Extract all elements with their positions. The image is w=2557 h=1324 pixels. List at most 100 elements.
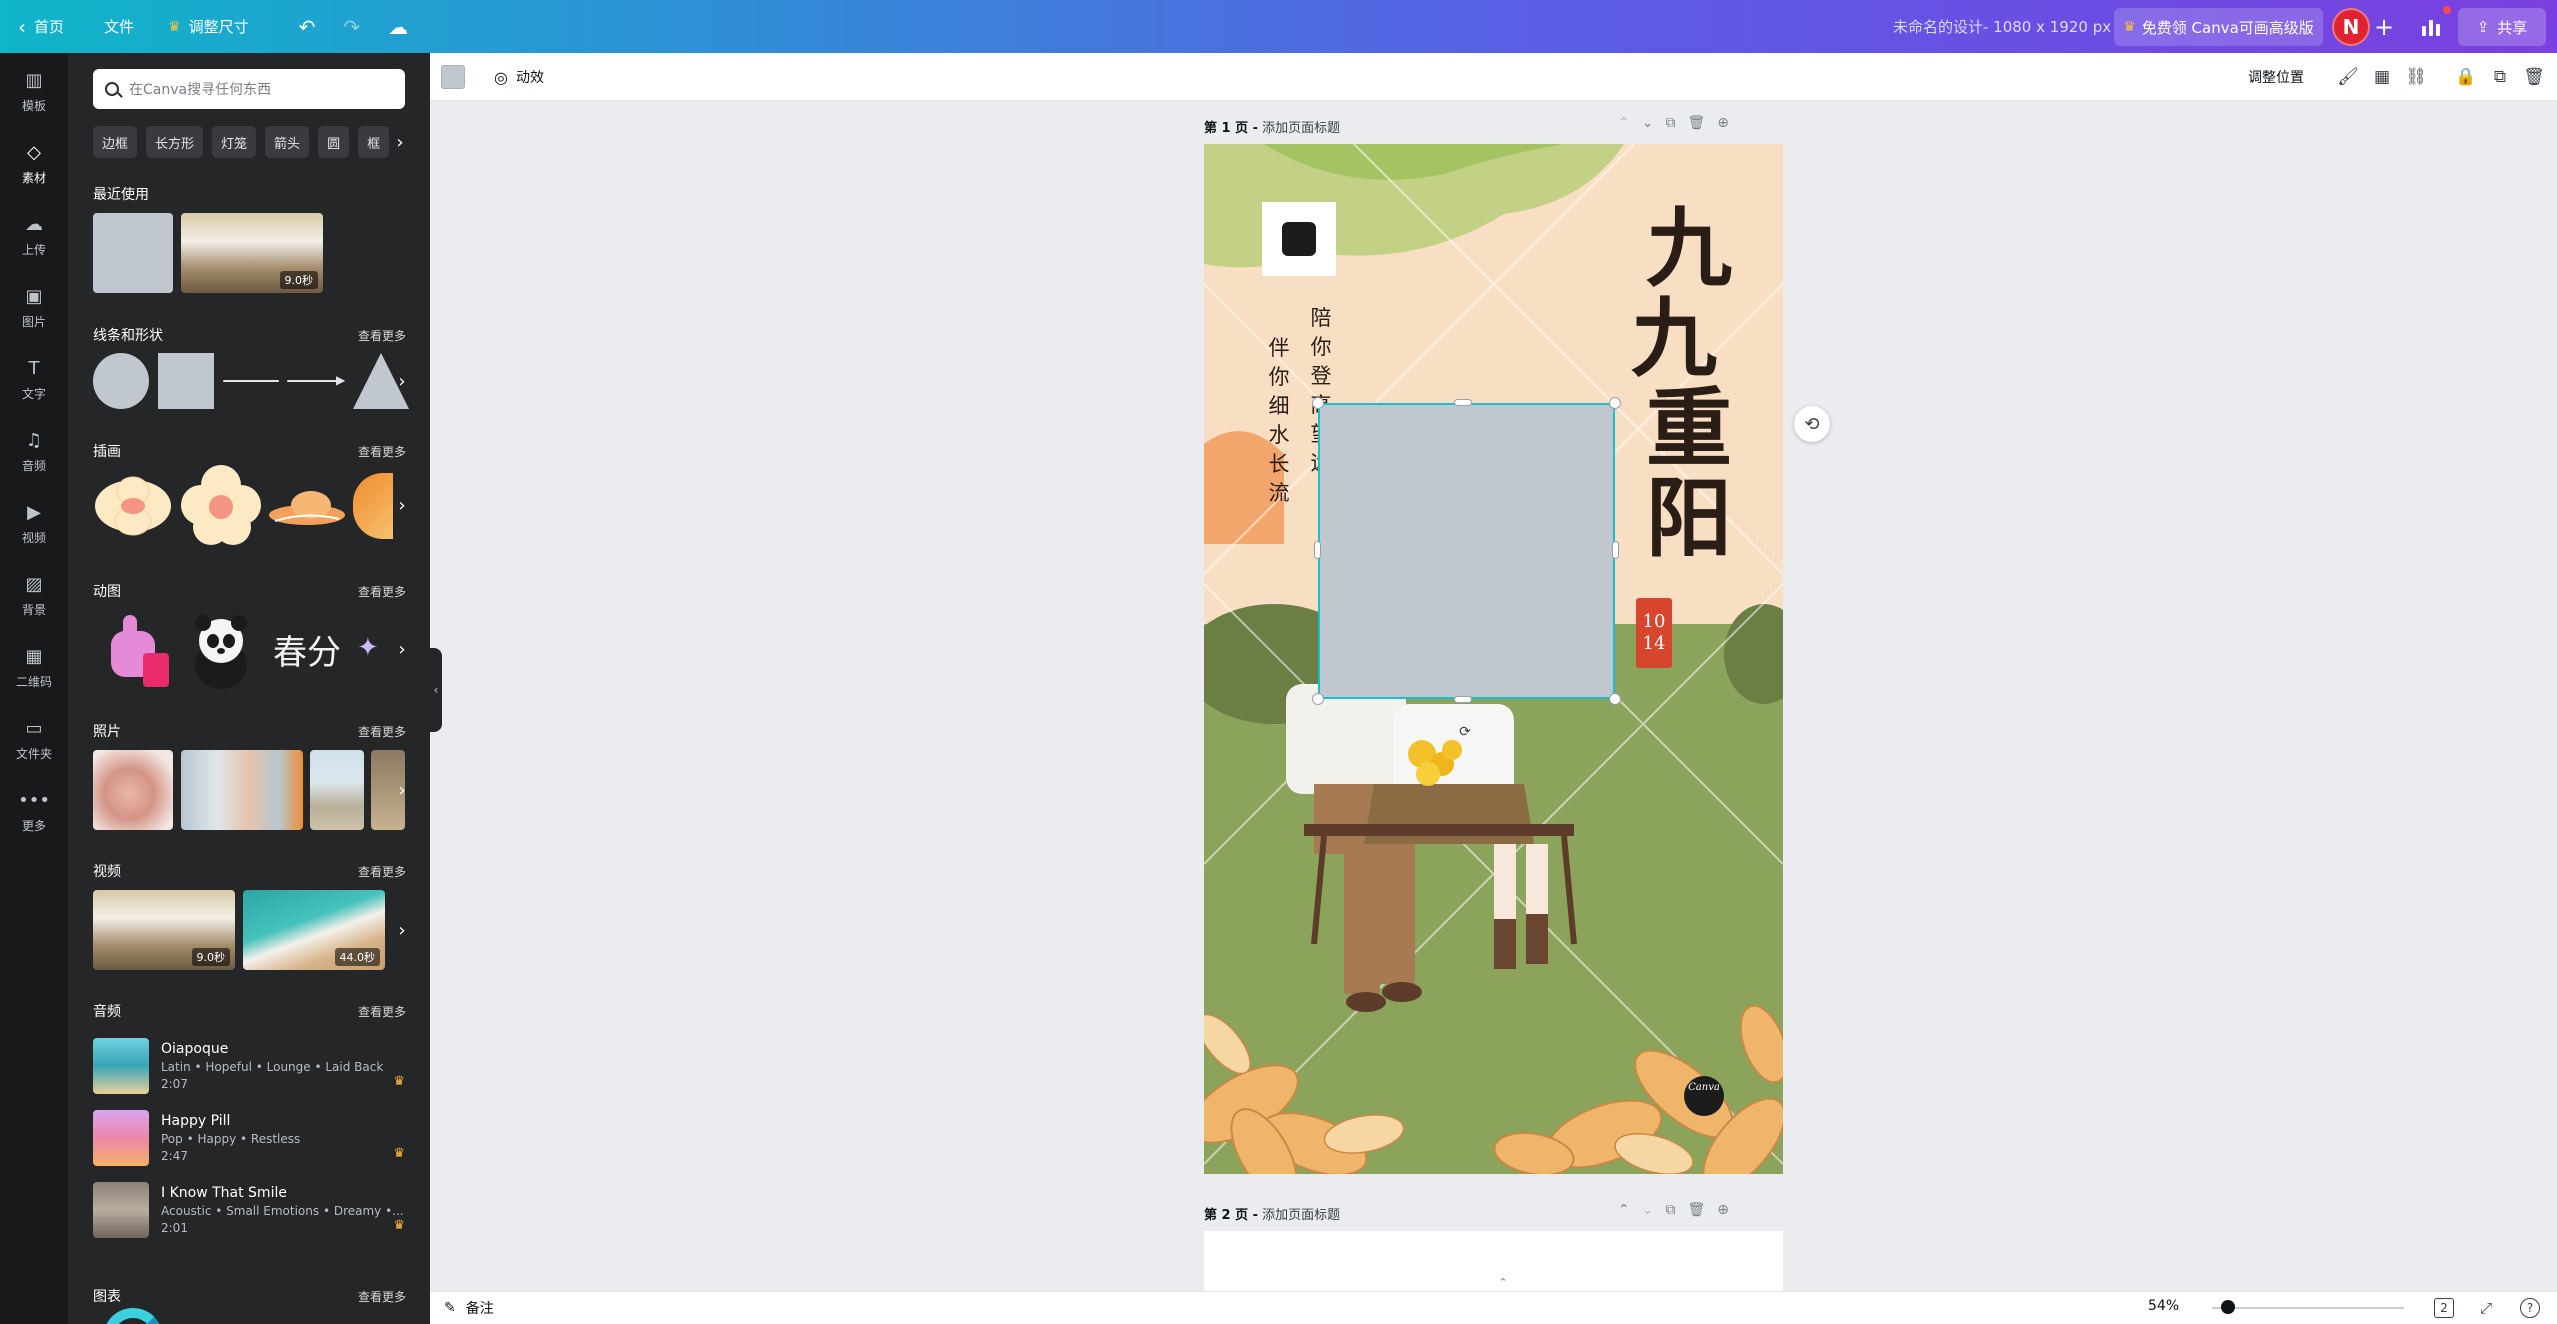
file-menu[interactable]: 文件 (90, 0, 148, 53)
photo-hands[interactable] (93, 750, 173, 830)
delete-page-icon[interactable]: 🗑 (1687, 1202, 1705, 1218)
redo-button[interactable]: ↷ (329, 0, 374, 53)
shapes-next-button[interactable]: › (393, 361, 411, 401)
home-button[interactable]: ‹ 首页 (0, 0, 78, 53)
help-icon[interactable]: ? (2520, 1298, 2540, 1318)
rail-item-background[interactable]: ▨ 背景 (0, 565, 68, 627)
resize-handle-nw[interactable] (1312, 397, 1324, 409)
chart-thumb[interactable] (103, 1308, 163, 1324)
chevron-down-icon[interactable]: ⌄ (1642, 1202, 1654, 1218)
premium-button[interactable]: ♛ 免费领 Canva可画高级版 (2114, 8, 2323, 46)
panda-sticker[interactable] (181, 609, 261, 689)
chip[interactable]: 圆 (318, 126, 350, 158)
resize-handle-sw[interactable] (1312, 693, 1324, 705)
design-title[interactable]: 未命名的设计- 1080 x 1920 px (1893, 16, 2111, 37)
duplicate-page-icon[interactable]: ⧉ (1665, 1202, 1675, 1218)
delete-page-icon[interactable]: 🗑 (1687, 115, 1705, 131)
cloud-save-button[interactable]: ☁ (374, 0, 422, 53)
videos-next-button[interactable]: › (393, 910, 411, 950)
calligraphy-sticker[interactable]: 春分 (267, 609, 347, 689)
resize-button[interactable]: ♛ 调整尺寸 (154, 0, 263, 53)
video-thumb-beach[interactable]: 44.0秒 (243, 890, 385, 970)
zoom-slider[interactable] (2212, 1307, 2404, 1309)
rotate-handle-icon[interactable]: ⟳ (1457, 724, 1473, 740)
photos-next-button[interactable]: › (393, 770, 411, 810)
date-seal[interactable]: 10 14 (1636, 598, 1672, 668)
chevron-up-icon[interactable]: ⌃ (1618, 115, 1630, 131)
lock-icon[interactable]: 🔒 (2454, 65, 2478, 89)
thumbs-up-sticker[interactable] (103, 609, 173, 689)
rail-item-more[interactable]: ••• 更多 (0, 781, 68, 843)
audio-track[interactable]: I Know That Smile Acoustic • Small Emoti… (93, 1182, 405, 1240)
recent-shape-thumb[interactable] (93, 213, 173, 293)
audio-track[interactable]: Oiapoque Latin • Hopeful • Lounge • Laid… (93, 1038, 405, 1096)
zoom-level[interactable]: 54% (2148, 1298, 2179, 1314)
charts-see-more[interactable]: 查看更多 (358, 1288, 406, 1305)
animate-button[interactable]: ◎ 动效 (494, 65, 544, 89)
line-shape[interactable] (223, 380, 279, 382)
chip[interactable]: 框 (358, 126, 390, 158)
poster-title[interactable]: 九 九 重 阳 (1624, 204, 1754, 564)
duplicate-page-icon[interactable]: ⧉ (1665, 115, 1675, 131)
fill-color-swatch[interactable] (441, 65, 465, 89)
poem-column-1[interactable]: 伴 你 细 水 长 流 (1267, 334, 1291, 508)
chip[interactable]: 灯笼 (212, 126, 257, 158)
page-count-button[interactable]: 2 (2434, 1298, 2454, 1318)
illustrations-next-button[interactable]: › (393, 485, 411, 525)
rail-item-video[interactable]: ▶ 视频 (0, 493, 68, 555)
flower-illustration-2[interactable] (181, 465, 261, 547)
search-input[interactable]: 在Canva搜寻任何东西 (93, 69, 405, 109)
refresh-suggestion-button[interactable]: ⟲ (1794, 406, 1830, 442)
add-page-icon[interactable]: ⊕ (1717, 1202, 1729, 1218)
page-2-label[interactable]: 第 2 页 - 添加页面标题 (1204, 1204, 1340, 1223)
notes-button[interactable]: ✎ 备注 (444, 1298, 494, 1318)
selected-rectangle[interactable] (1318, 403, 1615, 699)
resize-handle-w[interactable] (1314, 541, 1321, 559)
audio-see-more[interactable]: 查看更多 (358, 1003, 406, 1020)
rail-item-photos[interactable]: ▣ 图片 (0, 277, 68, 339)
link-icon[interactable]: ⛓ (2404, 65, 2428, 89)
fullscreen-icon[interactable]: ⤢ (2474, 1296, 2498, 1320)
resize-handle-e[interactable] (1612, 541, 1619, 559)
photos-see-more[interactable]: 查看更多 (358, 723, 406, 740)
video-thumb-hall[interactable]: 9.0秒 (93, 890, 235, 970)
arrow-line-shape[interactable] (287, 380, 343, 382)
stickers-see-more[interactable]: 查看更多 (358, 583, 406, 600)
zoom-slider-knob[interactable] (2221, 1300, 2235, 1314)
rail-item-qr-code[interactable]: ▦ 二维码 (0, 637, 68, 699)
partial-illustration[interactable] (353, 473, 393, 539)
undo-button[interactable]: ↶ (285, 0, 330, 53)
rail-item-elements[interactable]: ◇ 素材 (0, 133, 68, 195)
transparency-icon[interactable]: ▦ (2370, 65, 2394, 89)
audio-track[interactable]: Happy Pill Pop • Happy • Restless 2:47 ♛ (93, 1110, 405, 1168)
rail-item-templates[interactable]: ▥ 模板 (0, 61, 68, 123)
show-pages-tab[interactable]: ⌃ (1468, 1276, 1538, 1292)
paint-format-icon[interactable]: 🖌 (2336, 65, 2360, 89)
square-shape[interactable] (158, 353, 214, 409)
resize-handle-ne[interactable] (1609, 397, 1621, 409)
trash-icon[interactable]: 🗑 (2522, 65, 2546, 89)
position-button[interactable]: 调整位置 (2248, 65, 2304, 89)
chips-next-button[interactable]: › (390, 126, 410, 158)
share-button[interactable]: ⇪ 共享 (2458, 8, 2546, 46)
stickers-next-button[interactable]: › (393, 629, 411, 669)
resize-handle-n[interactable] (1454, 399, 1472, 406)
insights-button[interactable] (2412, 8, 2450, 46)
hat-illustration[interactable] (267, 481, 347, 537)
duplicate-icon[interactable]: ⧉ (2488, 65, 2512, 89)
star-sticker-icon[interactable]: ✦ (357, 633, 379, 663)
rail-item-audio[interactable]: ♫ 音频 (0, 421, 68, 483)
rail-item-text[interactable]: T 文字 (0, 349, 68, 411)
chevron-up-icon[interactable]: ⌃ (1618, 1202, 1630, 1218)
collapse-panel-button[interactable]: ‹ (430, 648, 442, 732)
recent-video-thumb[interactable]: 9.0秒 (181, 213, 323, 293)
rail-item-upload[interactable]: ☁ 上传 (0, 205, 68, 267)
shapes-see-more[interactable]: 查看更多 (358, 327, 406, 344)
chevron-down-icon[interactable]: ⌄ (1642, 115, 1654, 131)
flower-illustration[interactable] (93, 473, 173, 539)
add-page-icon[interactable]: ⊕ (1717, 115, 1729, 131)
resize-handle-s[interactable] (1454, 696, 1472, 703)
photo-beach[interactable] (310, 750, 364, 830)
resize-handle-se[interactable] (1609, 693, 1621, 705)
invite-plus-button[interactable]: + (2370, 8, 2398, 46)
